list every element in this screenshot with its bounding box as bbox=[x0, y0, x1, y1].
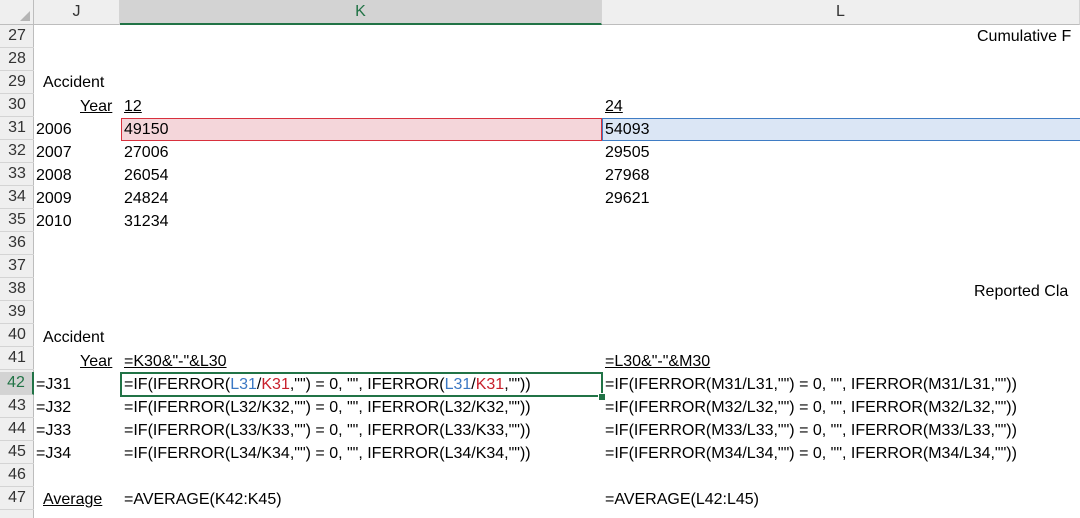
row-header-39[interactable]: 39 bbox=[0, 301, 34, 324]
cell-l30[interactable]: 24 bbox=[605, 95, 623, 118]
cell-l33[interactable]: 27968 bbox=[605, 164, 650, 187]
referenced-cell-k31 bbox=[121, 118, 602, 141]
row-header-46[interactable]: 46 bbox=[0, 464, 34, 487]
row-header-41[interactable]: 41 bbox=[0, 347, 34, 370]
column-header-l[interactable]: L bbox=[602, 0, 1080, 25]
cell-j45[interactable]: =J34 bbox=[36, 442, 71, 465]
cell-l43[interactable]: =IF(IFERROR(M32/L32,"") = 0, "", IFERROR… bbox=[605, 396, 1017, 419]
active-cell-selection bbox=[120, 372, 603, 397]
cell-l27[interactable]: Cumulative F bbox=[977, 25, 1071, 48]
cell-k43[interactable]: =IF(IFERROR(L32/K32,"") = 0, "", IFERROR… bbox=[124, 396, 531, 419]
row-header-34[interactable]: 34 bbox=[0, 186, 34, 209]
cell-j43[interactable]: =J32 bbox=[36, 396, 71, 419]
cell-k44[interactable]: =IF(IFERROR(L33/K33,"") = 0, "", IFERROR… bbox=[124, 419, 531, 442]
cell-j41[interactable]: Year bbox=[80, 350, 112, 373]
cell-l32[interactable]: 29505 bbox=[605, 141, 650, 164]
cell-l34[interactable]: 29621 bbox=[605, 187, 650, 210]
column-header-k[interactable]: K bbox=[120, 0, 602, 25]
cell-l31[interactable]: 54093 bbox=[605, 118, 650, 141]
cell-j29[interactable]: Accident bbox=[43, 71, 104, 94]
row-header-27[interactable]: 27 bbox=[0, 25, 34, 48]
cell-l42[interactable]: =IF(IFERROR(M31/L31,"") = 0, "", IFERROR… bbox=[605, 373, 1017, 396]
cell-j42[interactable]: =J31 bbox=[36, 373, 71, 396]
cell-j47[interactable]: Average bbox=[43, 488, 102, 511]
row-header-31[interactable]: 31 bbox=[0, 117, 34, 140]
select-all-corner[interactable] bbox=[0, 0, 34, 25]
cell-k32[interactable]: 27006 bbox=[124, 141, 169, 164]
cell-k33[interactable]: 26054 bbox=[124, 164, 169, 187]
row-header-45[interactable]: 45 bbox=[0, 441, 34, 464]
row-header-38[interactable]: 38 bbox=[0, 278, 34, 301]
cell-j30[interactable]: Year bbox=[80, 95, 112, 118]
cell-l38[interactable]: Reported Cla bbox=[974, 280, 1068, 303]
row-header-32[interactable]: 32 bbox=[0, 140, 34, 163]
cell-j32[interactable]: 2007 bbox=[36, 141, 72, 164]
cell-j40[interactable]: Accident bbox=[43, 326, 104, 349]
cell-l45[interactable]: =IF(IFERROR(M34/L34,"") = 0, "", IFERROR… bbox=[605, 442, 1017, 465]
cell-k47[interactable]: =AVERAGE(K42:K45) bbox=[124, 488, 282, 511]
row-header-37[interactable]: 37 bbox=[0, 255, 34, 278]
cell-j34[interactable]: 2009 bbox=[36, 187, 72, 210]
column-header-j[interactable]: J bbox=[34, 0, 120, 25]
fill-handle[interactable] bbox=[598, 393, 606, 401]
row-header-30[interactable]: 30 bbox=[0, 94, 34, 117]
cell-l47[interactable]: =AVERAGE(L42:L45) bbox=[605, 488, 759, 511]
row-header-47[interactable]: 47 bbox=[0, 487, 34, 510]
row-header-36[interactable]: 36 bbox=[0, 232, 34, 255]
row-header-29[interactable]: 29 bbox=[0, 71, 34, 94]
cell-j35[interactable]: 2010 bbox=[36, 210, 72, 233]
cell-j31[interactable]: 2006 bbox=[36, 118, 72, 141]
cell-l44[interactable]: =IF(IFERROR(M33/L33,"") = 0, "", IFERROR… bbox=[605, 419, 1017, 442]
referenced-cell-l31 bbox=[602, 118, 1080, 141]
cell-j44[interactable]: =J33 bbox=[36, 419, 71, 442]
cell-l41[interactable]: =L30&"-"&M30 bbox=[605, 350, 710, 373]
spreadsheet-grid[interactable]: J K L 27 28 29 30 31 32 33 34 35 36 37 3… bbox=[0, 0, 1080, 518]
row-header-40[interactable]: 40 bbox=[0, 324, 34, 347]
cell-k45[interactable]: =IF(IFERROR(L34/K34,"") = 0, "", IFERROR… bbox=[124, 442, 531, 465]
row-header-28[interactable]: 28 bbox=[0, 48, 34, 71]
row-header-35[interactable]: 35 bbox=[0, 209, 34, 232]
row-header-43[interactable]: 43 bbox=[0, 395, 34, 418]
cell-k31[interactable]: 49150 bbox=[124, 118, 169, 141]
cell-k35[interactable]: 31234 bbox=[124, 210, 169, 233]
row-header-44[interactable]: 44 bbox=[0, 418, 34, 441]
cell-k30[interactable]: 12 bbox=[124, 95, 142, 118]
cell-j33[interactable]: 2008 bbox=[36, 164, 72, 187]
cell-k41[interactable]: =K30&"-"&L30 bbox=[124, 350, 227, 373]
cell-k34[interactable]: 24824 bbox=[124, 187, 169, 210]
row-header-42[interactable]: 42 bbox=[0, 372, 34, 395]
row-header-33[interactable]: 33 bbox=[0, 163, 34, 186]
